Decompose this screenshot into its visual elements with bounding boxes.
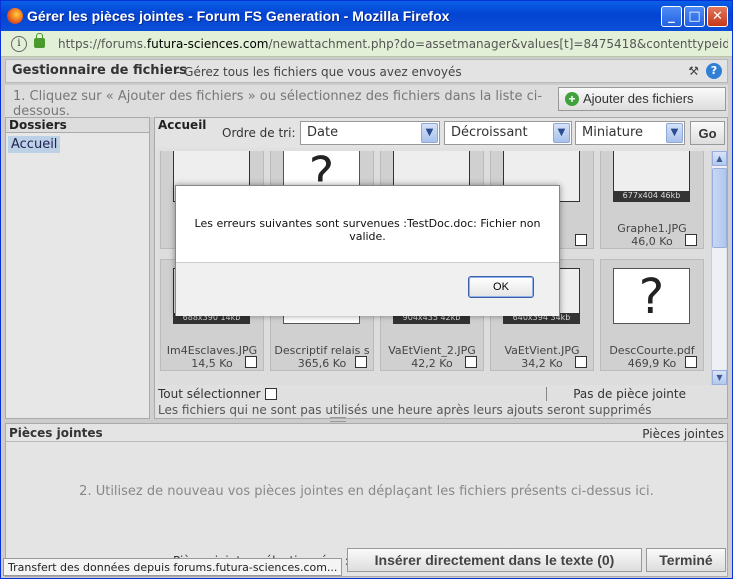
ok-button[interactable]: OK <box>468 276 534 298</box>
browser-window: Gérer les pièces jointes - Forum FS Gene… <box>0 0 733 579</box>
error-dialog: Les erreurs suivantes sont survenues :Te… <box>175 185 560 316</box>
modal-overlay: Les erreurs suivantes sont survenues :Te… <box>1 1 732 578</box>
error-message: Les erreurs suivantes sont survenues :Te… <box>194 217 541 243</box>
